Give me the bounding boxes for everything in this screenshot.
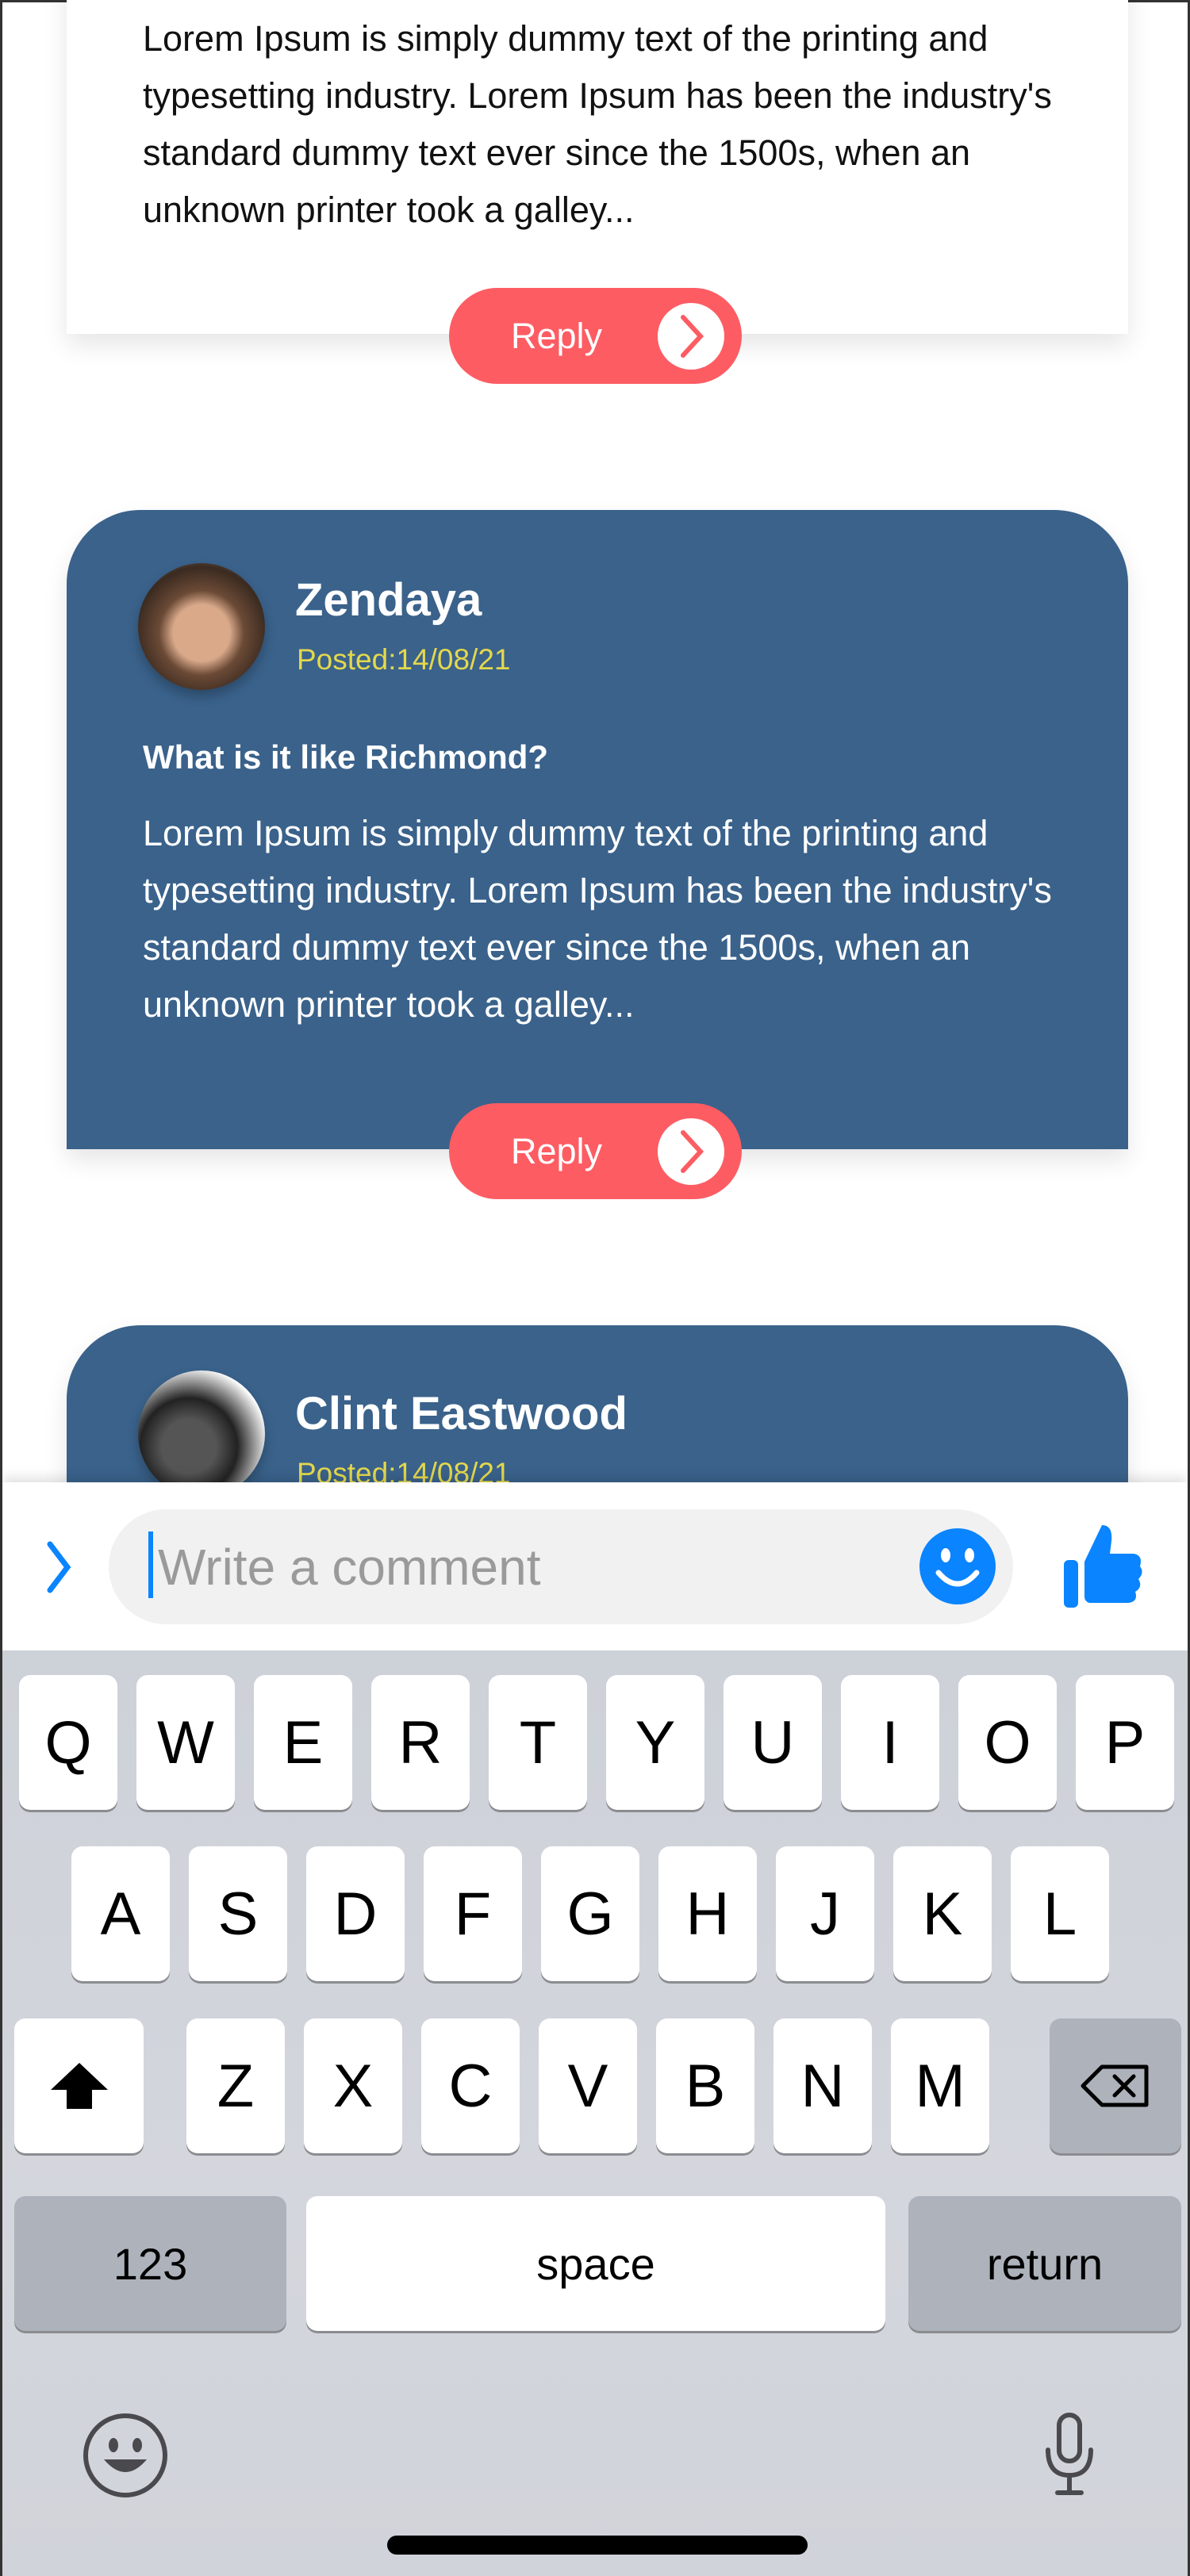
- chevron-right-icon: [658, 303, 724, 370]
- comment-bar: Write a comment: [2, 1482, 1188, 1650]
- space-key[interactable]: space: [306, 2196, 885, 2331]
- key-l[interactable]: L: [1011, 1846, 1109, 1981]
- key-x[interactable]: X: [304, 2018, 402, 2153]
- key-n[interactable]: N: [774, 2018, 872, 2153]
- avatar-clint-eastwood[interactable]: [138, 1370, 265, 1497]
- comment-placeholder: Write a comment: [158, 1539, 541, 1596]
- key-z[interactable]: Z: [186, 2018, 285, 2153]
- key-f[interactable]: F: [424, 1846, 522, 1981]
- keyboard: QWERTYUIOP ASDFGHJKL ZXCVBNM 123 space ret…: [2, 1650, 1188, 2576]
- key-m[interactable]: M: [891, 2018, 989, 2153]
- backspace-key[interactable]: [1050, 2018, 1181, 2153]
- key-g[interactable]: G: [541, 1846, 639, 1981]
- return-key[interactable]: return: [908, 2196, 1181, 2331]
- post-card-2: Zendaya Posted:14/08/21 What is it like …: [67, 510, 1128, 1199]
- chevron-right-icon: [658, 1118, 724, 1185]
- key-p[interactable]: P: [1076, 1675, 1174, 1810]
- key-b[interactable]: B: [656, 2018, 754, 2153]
- post-card-1: Lorem Ipsum is simply dummy text of the …: [67, 0, 1128, 384]
- key-s[interactable]: S: [189, 1846, 287, 1981]
- key-k[interactable]: K: [893, 1846, 992, 1981]
- reply-button[interactable]: Reply: [449, 288, 742, 384]
- key-j[interactable]: J: [776, 1846, 874, 1981]
- posted-date: Posted:14/08/21: [297, 643, 511, 676]
- key-c[interactable]: C: [421, 2018, 520, 2153]
- shift-key[interactable]: [14, 2018, 144, 2153]
- numbers-key[interactable]: 123: [14, 2196, 286, 2331]
- text-caret: [148, 1531, 153, 1598]
- key-t[interactable]: T: [489, 1675, 587, 1810]
- avatar-zendaya[interactable]: [138, 563, 265, 690]
- key-e[interactable]: E: [254, 1675, 352, 1810]
- reply-button[interactable]: Reply: [449, 1103, 742, 1199]
- reply-label: Reply: [511, 1130, 603, 1171]
- author-name[interactable]: Zendaya: [295, 573, 482, 627]
- smiley-icon[interactable]: [918, 1527, 997, 1610]
- key-a[interactable]: A: [71, 1846, 170, 1981]
- key-o[interactable]: O: [958, 1675, 1057, 1810]
- emoji-icon[interactable]: [82, 2412, 169, 2503]
- key-d[interactable]: D: [306, 1846, 405, 1981]
- key-y[interactable]: Y: [606, 1675, 704, 1810]
- reply-label: Reply: [511, 315, 603, 356]
- key-r[interactable]: R: [371, 1675, 470, 1810]
- post-body: Lorem Ipsum is simply dummy text of the …: [143, 813, 1052, 1025]
- comment-input[interactable]: Write a comment: [109, 1509, 1013, 1624]
- key-q[interactable]: Q: [19, 1675, 117, 1810]
- key-u[interactable]: U: [724, 1675, 822, 1810]
- post-body: Lorem Ipsum is simply dummy text of the …: [143, 18, 1052, 230]
- microphone-icon[interactable]: [1042, 2412, 1097, 2503]
- post-title: What is it like Richmond?: [143, 738, 549, 776]
- chevron-right-icon[interactable]: [44, 1539, 75, 1599]
- key-w[interactable]: W: [136, 1675, 235, 1810]
- thumbs-up-icon[interactable]: [1062, 1522, 1145, 1613]
- home-indicator[interactable]: [387, 2536, 808, 2555]
- key-i[interactable]: I: [841, 1675, 939, 1810]
- key-h[interactable]: H: [658, 1846, 757, 1981]
- key-v[interactable]: V: [539, 2018, 637, 2153]
- author-name[interactable]: Clint Eastwood: [295, 1387, 628, 1440]
